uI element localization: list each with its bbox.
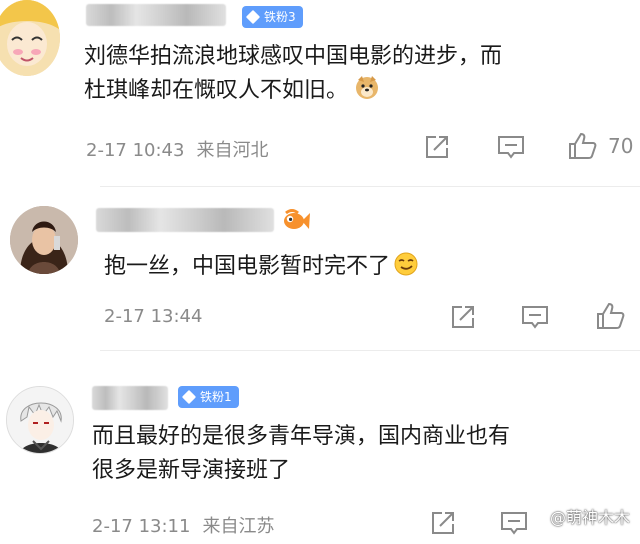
fish-emoji xyxy=(282,208,310,236)
share-icon xyxy=(452,306,474,328)
comment-text-line: 杜琪峰却在慨叹人不如旧。 xyxy=(84,78,349,103)
fan-badge[interactable]: 铁粉3 xyxy=(242,6,303,28)
comment-text-line: 杜琪峰却在慨叹人不如旧。 xyxy=(84,74,640,111)
username-blurred[interactable] xyxy=(92,386,168,410)
comment-text-line: 很多是新导演接班了 xyxy=(92,458,291,483)
username-blurred[interactable] xyxy=(96,208,274,232)
diamond-icon xyxy=(245,9,261,25)
share-button[interactable] xyxy=(430,510,456,536)
thumbs-up-icon xyxy=(597,302,625,329)
comment-text: 刘德华拍流浪地球感叹中国电影的进步，而 杜琪峰却在慨叹人不如旧。 xyxy=(84,40,640,111)
comment-text-line: 而且最好的是很多青年导演，国内商业也有 xyxy=(92,424,511,449)
comment-item: 铁粉3 刘德华拍流浪地球感叹中国电影的进步，而 杜琪峰却在慨叹人不如旧。 2-1… xyxy=(0,0,640,180)
comment-button[interactable] xyxy=(521,304,549,330)
thumbs-up-icon xyxy=(569,132,597,159)
like-button[interactable] xyxy=(596,302,626,330)
fan-badge[interactable]: 铁粉1 xyxy=(178,386,239,408)
comment-meta: 2-17 13:44 xyxy=(104,306,202,327)
comment-icon xyxy=(498,136,524,159)
diamond-icon xyxy=(181,389,197,405)
comment-item: 抱一丝，中国电影暂时完不了 2-17 13:44 xyxy=(0,198,640,348)
comment-icon xyxy=(522,306,548,329)
comment-text-line: 抱一丝，中国电影暂时完不了 xyxy=(104,254,391,279)
divider xyxy=(100,350,640,351)
comment-text-line: 刘德华拍流浪地球感叹中国电影的进步，而 xyxy=(84,44,503,69)
comment-location: 来自河北 xyxy=(196,140,269,161)
fan-badge-label: 铁粉1 xyxy=(200,390,232,404)
doge-emoji xyxy=(354,74,380,111)
comment-text: 抱一丝，中国电影暂时完不了 xyxy=(104,250,624,287)
comment-meta: 2-17 10:43 来自河北 xyxy=(86,136,268,162)
comment-meta: 2-17 13:11 来自江苏 xyxy=(92,512,274,538)
comment-icon xyxy=(501,512,527,535)
comment-time: 2-17 13:11 xyxy=(92,516,191,537)
username-blurred[interactable] xyxy=(86,4,226,26)
comment-button[interactable] xyxy=(500,510,528,536)
comment-text: 而且最好的是很多青年导演，国内商业也有 很多是新导演接班了 xyxy=(92,420,640,488)
comment-button[interactable] xyxy=(497,134,525,160)
avatar[interactable] xyxy=(0,0,60,76)
like-count: 70 xyxy=(608,134,634,158)
smirk-emoji xyxy=(394,252,418,287)
fan-badge-label: 铁粉3 xyxy=(264,10,296,24)
comment-item: 铁粉1 而且最好的是很多青年导演，国内商业也有 很多是新导演接班了 2-17 1… xyxy=(0,372,640,544)
avatar[interactable] xyxy=(10,206,78,274)
comment-time: 2-17 10:43 xyxy=(86,140,185,161)
comment-location: 来自江苏 xyxy=(202,516,275,537)
like-button[interactable]: 70 xyxy=(568,132,633,160)
watermark: @萌神木木 xyxy=(549,508,630,527)
share-icon xyxy=(432,512,454,534)
divider xyxy=(100,186,640,187)
share-icon xyxy=(426,136,448,158)
share-button[interactable] xyxy=(424,134,450,160)
avatar[interactable] xyxy=(6,386,74,454)
share-button[interactable] xyxy=(450,304,476,330)
comment-time: 2-17 13:44 xyxy=(104,306,203,327)
